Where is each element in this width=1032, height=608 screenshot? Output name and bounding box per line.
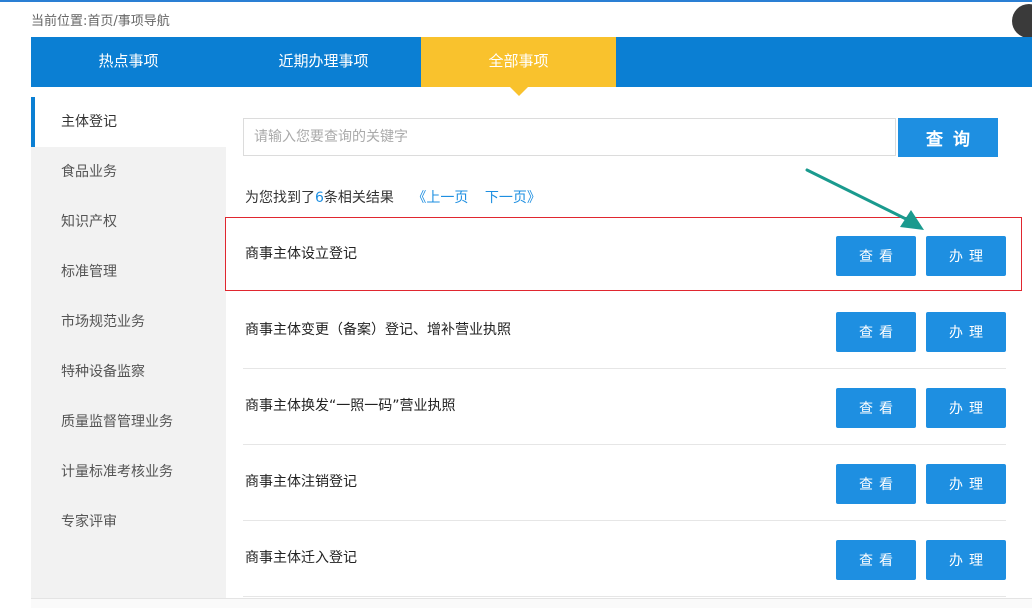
sidebar: 主体登记 食品业务 知识产权 标准管理 市场规范业务 特种设备监察 质量监督管理… — [31, 97, 226, 598]
next-page-link[interactable]: 下一页》 — [485, 190, 541, 206]
sidebar-item-metrology-assessment[interactable]: 计量标准考核业务 — [31, 447, 226, 497]
tab-recent-items[interactable]: 近期办理事项 — [226, 37, 421, 87]
list-item: 商事主体换发“一照一码”营业执照 查看 办理 — [243, 369, 1006, 445]
sidebar-item-quality-supervision[interactable]: 质量监督管理业务 — [31, 397, 226, 447]
result-suffix: 条相关结果 — [323, 190, 394, 206]
row-divider — [243, 596, 1006, 597]
sidebar-item-food-business[interactable]: 食品业务 — [31, 147, 226, 197]
sidebar-item-entity-registration[interactable]: 主体登记 — [31, 97, 226, 147]
prev-page-link[interactable]: 《上一页 — [412, 190, 468, 206]
list-item: 商事主体变更（备案）登记、增补营业执照 查看 办理 — [243, 293, 1006, 369]
item-title: 商事主体注销登记 — [245, 474, 357, 490]
search-button[interactable]: 查询 — [898, 118, 998, 157]
result-count: 6 — [315, 190, 324, 206]
tab-hot-items[interactable]: 热点事项 — [31, 37, 226, 87]
result-prefix: 为您找到了 — [245, 190, 315, 206]
close-icon[interactable] — [1012, 4, 1032, 38]
view-button[interactable]: 查看 — [836, 540, 916, 580]
item-title: 商事主体迁入登记 — [245, 550, 357, 566]
list-item: 商事主体迁入登记 查看 办理 — [243, 521, 1006, 597]
sidebar-item-expert-review[interactable]: 专家评审 — [31, 497, 226, 547]
tab-all-items[interactable]: 全部事项 — [421, 37, 616, 96]
sidebar-item-special-equipment[interactable]: 特种设备监察 — [31, 347, 226, 397]
view-button[interactable]: 查看 — [836, 312, 916, 352]
item-title: 商事主体换发“一照一码”营业执照 — [245, 398, 456, 414]
sidebar-item-market-regulation[interactable]: 市场规范业务 — [31, 297, 226, 347]
result-summary: 为您找到了6条相关结果 《上一页 下一页》 — [245, 187, 541, 207]
tab-all-items-label: 全部事项 — [488, 52, 549, 70]
handle-button[interactable]: 办理 — [926, 540, 1006, 580]
handle-button[interactable]: 办理 — [926, 312, 1006, 352]
handle-button[interactable]: 办理 — [926, 464, 1006, 504]
handle-button[interactable]: 办理 — [926, 388, 1006, 428]
annotation-arrow-icon — [805, 168, 924, 230]
sidebar-item-standards-management[interactable]: 标准管理 — [31, 247, 226, 297]
item-title: 商事主体变更（备案）登记、增补营业执照 — [245, 322, 511, 338]
breadcrumb: 当前位置:首页/事项导航 — [31, 14, 170, 29]
list-item: 商事主体注销登记 查看 办理 — [243, 445, 1006, 521]
view-button[interactable]: 查看 — [836, 388, 916, 428]
tab-bar: 热点事项 近期办理事项 全部事项 — [31, 37, 1032, 96]
view-button[interactable]: 查看 — [836, 464, 916, 504]
top-accent-line — [0, 0, 1032, 2]
sidebar-item-intellectual-property[interactable]: 知识产权 — [31, 197, 226, 247]
active-tab-caret-icon — [509, 87, 528, 96]
search-input[interactable] — [243, 118, 896, 156]
